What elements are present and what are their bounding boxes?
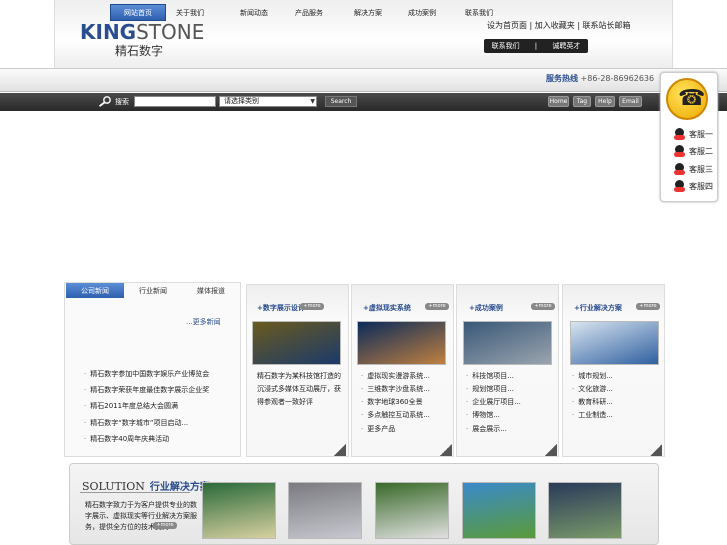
column-list-item[interactable]: 多点触控互动系统... — [361, 410, 430, 420]
search-button[interactable]: Search — [325, 96, 357, 107]
qq-contact-label: 客服三 — [689, 164, 713, 174]
column-list-item[interactable]: 文化旅游... — [572, 384, 613, 394]
column-more-button[interactable]: +more — [531, 303, 555, 310]
tag-link-button[interactable]: Tag — [573, 96, 591, 107]
column-list-item[interactable]: 城市规划... — [572, 371, 613, 381]
qq-contact-1[interactable]: 客服一 — [674, 128, 713, 140]
top-button-group: 联系我们 | 诚聘英才 — [484, 39, 588, 53]
news-list-item[interactable]: 精石数字参加中国数字娱乐产业博览会 — [84, 369, 209, 379]
column-title[interactable]: +虚拟现实系统 — [363, 303, 411, 313]
jobs-button[interactable]: 诚聘英才 — [552, 41, 580, 51]
qq-contact-4[interactable]: 客服四 — [674, 180, 713, 192]
corner-arrow-icon — [545, 444, 557, 456]
home-link-button[interactable]: Home — [548, 96, 569, 107]
column-thumbnail[interactable] — [357, 321, 446, 365]
tab-media-reports[interactable]: 媒体报道 — [182, 283, 240, 298]
solution-thumbnail[interactable] — [548, 482, 622, 539]
column-list-item[interactable]: 展会展示... — [466, 424, 507, 434]
qq-contact-label: 客服一 — [689, 129, 713, 139]
column-list-item[interactable]: 规划馆项目... — [466, 384, 514, 394]
logo-king: KING — [80, 20, 137, 44]
column-more-button[interactable]: +more — [425, 303, 449, 310]
column-list-item[interactable]: 科技馆项目... — [466, 371, 514, 381]
contact-us-button[interactable]: 联系我们 — [492, 41, 520, 51]
hotline-number: +86-28-86962636 — [580, 74, 655, 83]
search-label-group: 搜索 — [98, 96, 129, 107]
corner-arrow-icon — [440, 444, 452, 456]
nav-contact[interactable]: 联系我们 — [451, 4, 507, 21]
solution-divider — [80, 492, 190, 493]
qq-penguin-icon — [674, 163, 685, 175]
hotline: 服务热线 +86-28-86962636 — [546, 73, 654, 84]
news-list-item[interactable]: 精石数字40周年庆典活动 — [84, 434, 169, 444]
tab-company-news[interactable]: 公司新闻 — [66, 283, 124, 298]
column-list-item[interactable]: 更多产品 — [361, 424, 395, 434]
nav-cases[interactable]: 成功案例 — [394, 4, 450, 21]
nav-news[interactable]: 新闻动态 — [226, 4, 282, 21]
qq-penguin-icon — [674, 180, 685, 192]
solution-thumbnail[interactable] — [375, 482, 449, 539]
hotline-label: 服务热线 — [546, 74, 578, 83]
qq-contact-label: 客服二 — [689, 146, 713, 156]
column-thumbnail[interactable] — [463, 321, 552, 365]
search-category-select[interactable]: 请选择类别 ▼ — [219, 96, 317, 107]
search-category-value: 请选择类别 — [224, 97, 259, 105]
qq-penguin-icon — [674, 145, 685, 157]
qq-penguin-icon — [674, 128, 685, 140]
phone-icon: ☎ — [678, 86, 706, 111]
corner-arrow-icon — [334, 444, 346, 456]
solution-heading: SOLUTION 行业解决方案 — [82, 478, 210, 493]
column-list-item[interactable]: 博物馆... — [466, 410, 500, 420]
help-link-button[interactable]: Help — [595, 96, 615, 107]
solution-text: 精石数字致力于为客户提供专业的数字展示、虚拟现实等行业解决方案服务，提供全方位的… — [85, 501, 197, 531]
corner-arrow-icon — [650, 444, 662, 456]
logo-chinese: 精石数字 — [115, 44, 164, 58]
column-title[interactable]: +成功案例 — [469, 303, 503, 313]
column-list-item[interactable]: 三维数字沙盘系统... — [361, 384, 430, 394]
search-label: 搜索 — [115, 97, 129, 106]
qq-contact-3[interactable]: 客服三 — [674, 163, 713, 175]
column-list-item[interactable]: 企业展厅项目... — [466, 397, 521, 407]
solution-thumbnail[interactable] — [288, 482, 362, 539]
column-more-button[interactable]: +more — [300, 303, 324, 310]
solution-thumbnail[interactable] — [462, 482, 536, 539]
column-list-item[interactable]: 教育科研... — [572, 397, 613, 407]
top-links[interactable]: 设为首页面 | 加入收藏夹 | 联系站长邮箱 — [487, 20, 631, 31]
qq-contact-label: 客服四 — [689, 181, 713, 191]
logo-stone: STONE — [136, 20, 205, 44]
solution-thumbnail[interactable] — [202, 482, 276, 539]
column-title[interactable]: +行业解决方案 — [574, 303, 622, 313]
tab-industry-news[interactable]: 行业新闻 — [124, 283, 182, 298]
column-list-item[interactable]: 数字地球360全景 — [361, 397, 422, 407]
solution-title-cn[interactable]: 行业解决方案 — [150, 478, 210, 493]
nav-products[interactable]: 产品服务 — [281, 4, 337, 21]
column-title[interactable]: +数字展示设计 — [257, 303, 305, 313]
news-list-item[interactable]: 精石数字荣获年度最佳数字展示企业奖 — [84, 385, 209, 395]
column-list-item[interactable]: 虚拟现实漫游系统... — [361, 371, 430, 381]
email-link-button[interactable]: Email — [619, 96, 642, 107]
column-thumbnail[interactable] — [252, 321, 341, 365]
news-list-item[interactable]: 精石2011年度总结大会圆满 — [84, 401, 178, 411]
nav-about[interactable]: 关于我们 — [162, 4, 218, 21]
solution-more-button[interactable]: +more — [153, 522, 177, 529]
column-description: 精石数字为某科技馆打造的沉浸式多媒体互动展厅，获得参观者一致好评 — [257, 372, 341, 406]
qq-contact-2[interactable]: 客服二 — [674, 145, 713, 157]
nav-solutions[interactable]: 解决方案 — [340, 4, 396, 21]
news-list-item[interactable]: 精石数字“数字城市”项目启动... — [84, 418, 188, 428]
search-icon — [98, 96, 111, 107]
search-input[interactable] — [134, 96, 216, 107]
logo-wordmark[interactable]: KINGSTONE — [80, 20, 204, 44]
column-thumbnail[interactable] — [570, 321, 659, 365]
chevron-down-icon: ▼ — [310, 98, 315, 105]
column-list-item[interactable]: 工业制造... — [572, 410, 613, 420]
column-more-button[interactable]: +more — [636, 303, 660, 310]
nav-home[interactable]: 网站首页 — [110, 4, 166, 21]
qq-online-logo: ☎ — [666, 78, 708, 120]
top-button-separator: | — [534, 42, 538, 50]
news-more-link[interactable]: ...更多新闻 — [186, 317, 221, 327]
